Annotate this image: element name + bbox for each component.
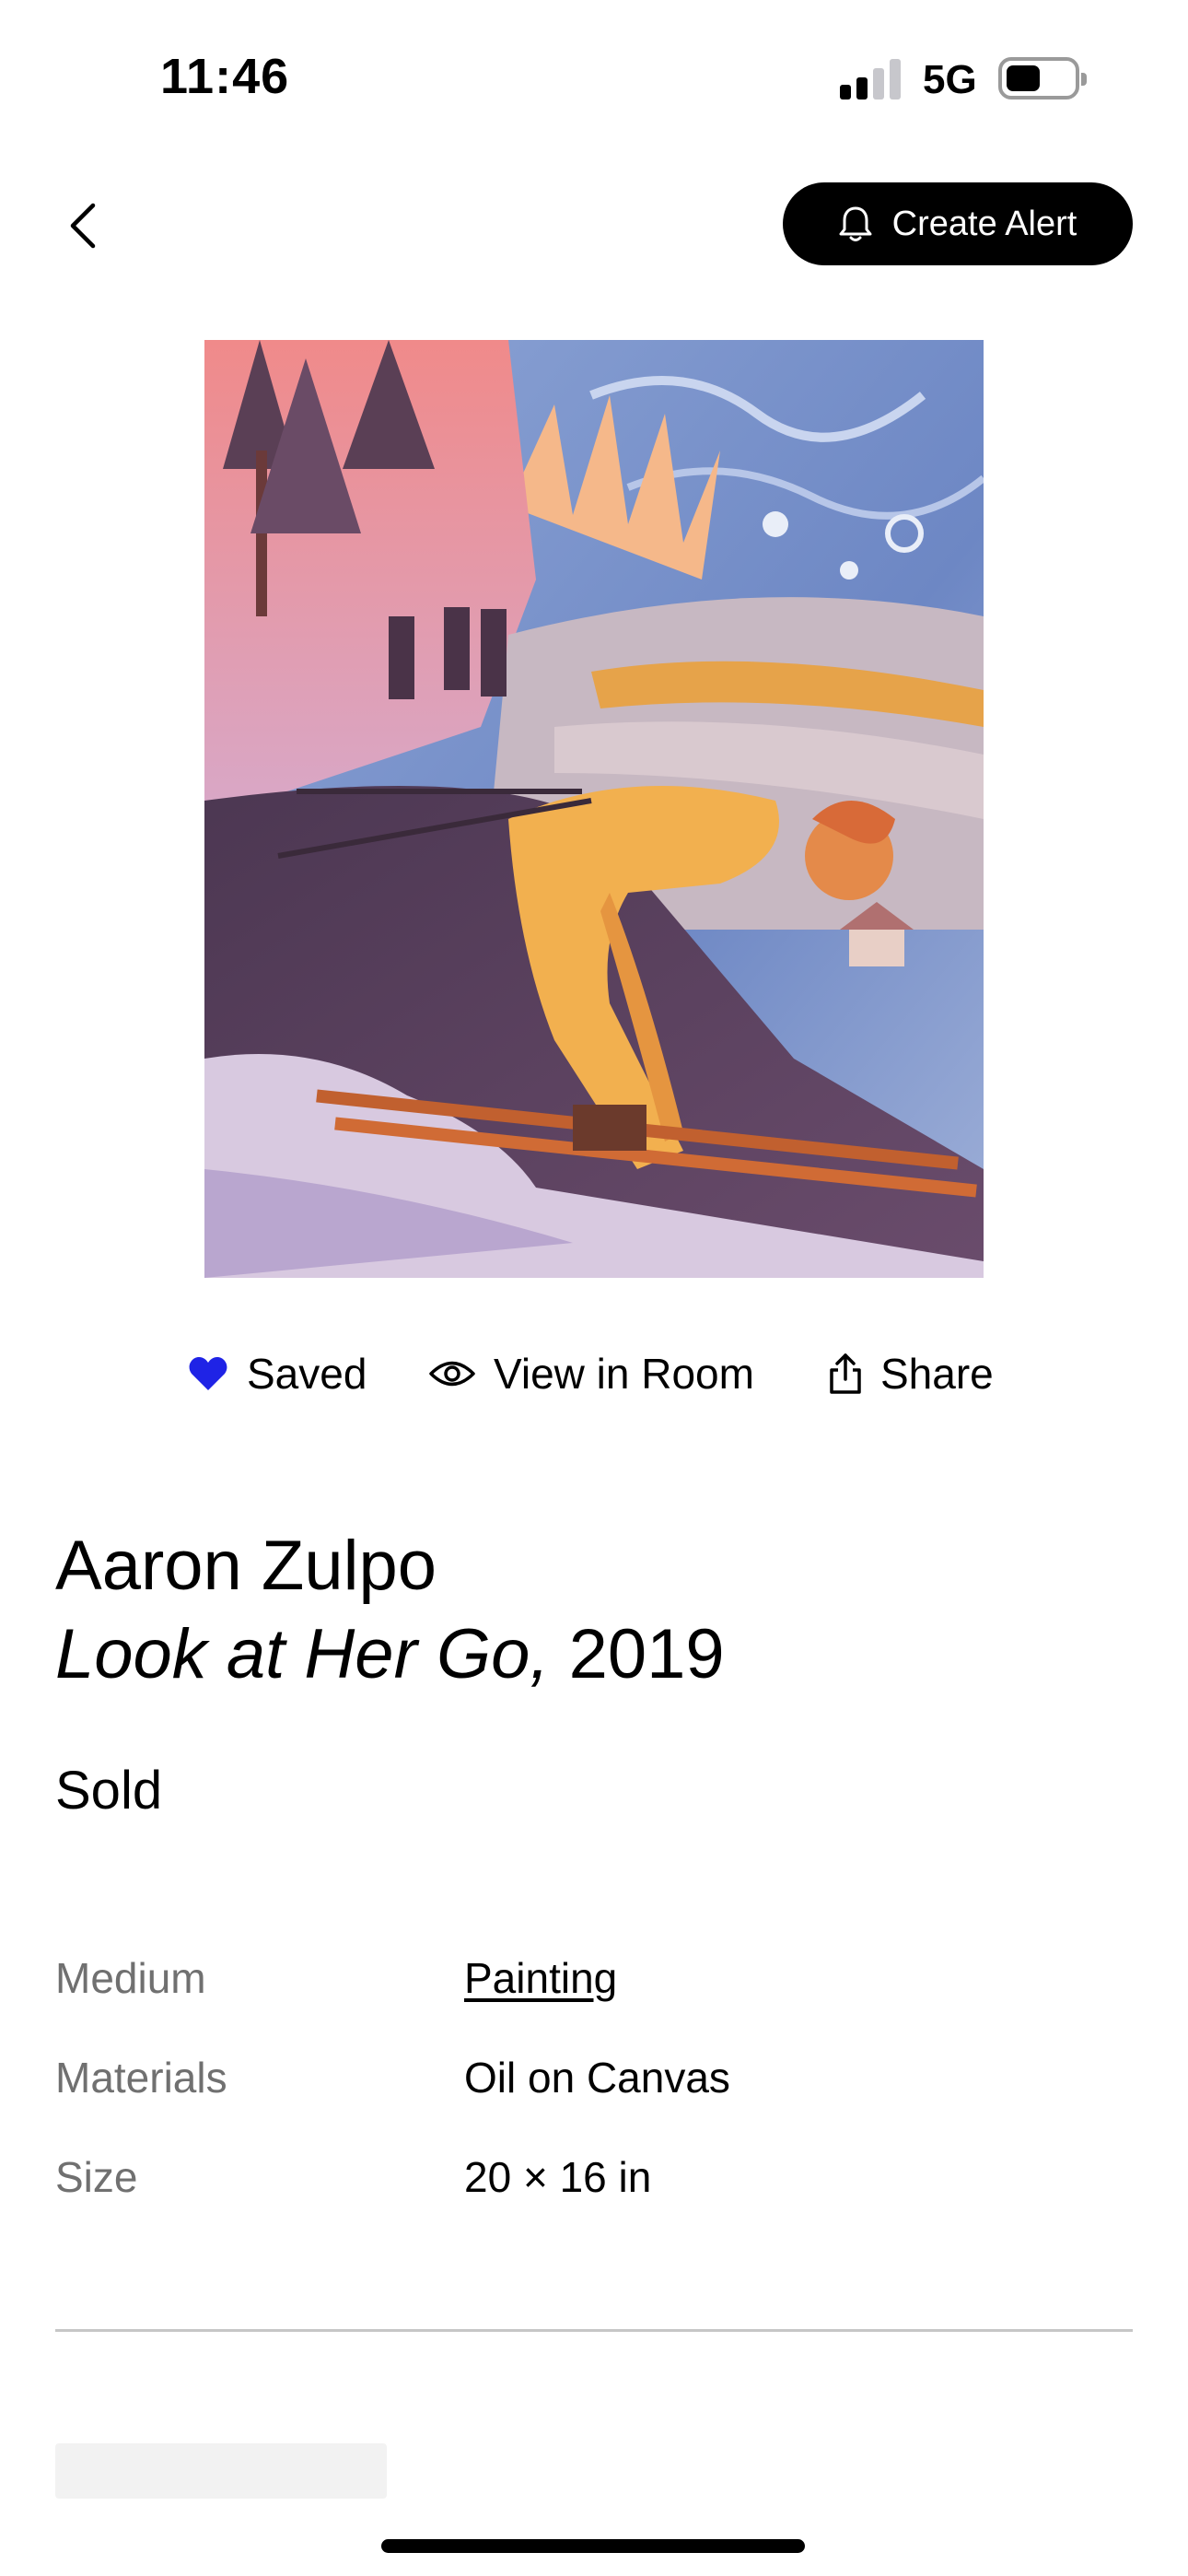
status-bar: 11:46 5G (0, 0, 1188, 161)
battery-icon (998, 57, 1087, 100)
view-in-room-button[interactable]: View in Room (429, 1341, 754, 1407)
artwork-actions: Saved View in Room Share (0, 1341, 1188, 1407)
bell-icon (839, 206, 872, 241)
detail-row-medium: Medium Painting (55, 1953, 1133, 2053)
eye-icon (429, 1361, 475, 1387)
artwork-title: Look at Her Go, (55, 1615, 550, 1693)
cellular-signal-icon (840, 59, 904, 100)
share-icon (830, 1353, 861, 1394)
artwork-year: 2019 (568, 1615, 725, 1693)
medium-link[interactable]: Painting (464, 1953, 617, 2003)
saved-label: Saved (247, 1350, 367, 1398)
chevron-left-icon (70, 203, 96, 249)
share-button[interactable]: Share (829, 1341, 994, 1407)
detail-row-size: Size 20 × 16 in (55, 2152, 1133, 2252)
detail-label: Materials (55, 2054, 227, 2102)
artwork-image[interactable] (204, 340, 984, 1278)
detail-label: Medium (55, 1954, 206, 2002)
back-button[interactable] (55, 193, 111, 258)
saved-button[interactable]: Saved (188, 1341, 367, 1407)
share-label: Share (880, 1350, 994, 1398)
detail-row-materials: Materials Oil on Canvas (55, 2053, 1133, 2152)
artwork-details: Medium Painting Materials Oil on Canvas … (55, 1953, 1133, 2252)
detail-label: Size (55, 2153, 138, 2201)
section-divider (55, 2329, 1133, 2332)
create-alert-button[interactable]: Create Alert (783, 182, 1133, 265)
detail-value: 20 × 16 in (464, 2153, 652, 2201)
loading-placeholder (55, 2443, 387, 2499)
network-label: 5G (923, 57, 977, 102)
availability-status: Sold (55, 1761, 163, 1821)
create-alert-label: Create Alert (891, 204, 1077, 243)
artist-name[interactable]: Aaron Zulpo (55, 1522, 437, 1610)
detail-value: Oil on Canvas (464, 2054, 730, 2102)
home-indicator[interactable] (381, 2539, 805, 2553)
heart-filled-icon (189, 1357, 227, 1390)
status-time: 11:46 (160, 49, 290, 104)
view-in-room-label: View in Room (494, 1350, 754, 1398)
artwork-title-line: Look at Her Go, 2019 (55, 1610, 725, 1699)
